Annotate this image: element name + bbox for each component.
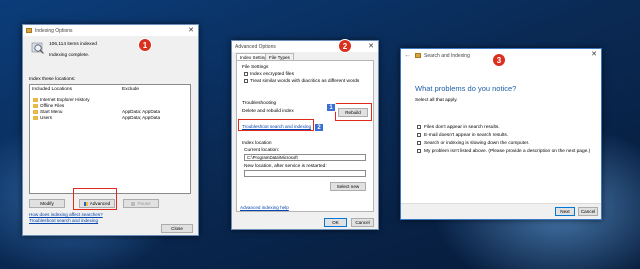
items-indexed-count: 106,114 items indexed	[49, 42, 97, 47]
new-location-field	[244, 170, 366, 177]
advanced-help-link[interactable]: Advanced indexing help	[240, 205, 289, 210]
step-badge-sq-1: 1	[326, 103, 336, 112]
problem-option-checkbox[interactable]	[417, 141, 421, 145]
col-included-header: Included Locations	[32, 87, 73, 92]
wizard-instruction: Select all that apply.	[415, 98, 458, 103]
close-button[interactable]: Close	[161, 224, 193, 233]
step-badge-2: 2	[338, 39, 352, 53]
location-name: Start Menu	[40, 109, 63, 114]
select-new-button[interactable]: Select new	[330, 182, 366, 191]
rebuild-highlight-box	[335, 103, 372, 121]
cancel-button[interactable]: Cancel	[578, 207, 598, 216]
folder-icon	[33, 103, 38, 108]
diacritics-label: Treat similar words with diacritics as d…	[250, 79, 360, 84]
advanced-highlight-box	[73, 188, 117, 210]
indexing-status: Indexing complete.	[49, 53, 90, 58]
wizard-app-icon	[415, 53, 421, 58]
indexing-app-icon	[26, 28, 32, 33]
pause-button[interactable]: Pause	[123, 199, 159, 208]
list-item[interactable]: Internet Explorer History	[33, 97, 90, 102]
encrypted-label: Index encrypted files	[250, 72, 294, 77]
list-item[interactable]: Users AppData; AppData	[33, 115, 160, 120]
location-name: Users	[40, 115, 52, 120]
indexing-title: Indexing Options	[35, 27, 73, 34]
search-indexing-window: ← Search and Indexing ✕ What problems do…	[400, 48, 602, 220]
pause-button-label: Pause	[137, 201, 151, 206]
folder-icon	[33, 115, 38, 120]
wizard-title: Search and Indexing	[424, 52, 470, 59]
close-icon[interactable]: ✕	[591, 50, 597, 58]
troubleshooting-label: Troubleshooting	[242, 101, 277, 106]
list-item[interactable]: Offline Files	[33, 103, 64, 108]
locations-label: Index these locations:	[29, 77, 76, 82]
current-location-label: Current location:	[244, 148, 280, 153]
location-name: Internet Explorer History	[40, 97, 90, 102]
pause-icon	[131, 201, 136, 206]
indexing-magnifier-icon	[31, 41, 45, 55]
troubleshoot-highlight-box	[238, 119, 314, 131]
problem-option-label: Search or indexing is slowing down the c…	[424, 141, 530, 146]
location-exclude: AppData; AppData	[122, 115, 161, 120]
indexing-titlebar: Indexing Options ✕	[23, 25, 198, 36]
modify-button[interactable]: Modify	[29, 199, 65, 208]
new-location-label: New location, after service is restarted…	[244, 164, 327, 169]
list-item[interactable]: Start Menu AppData; AppData	[33, 109, 160, 114]
troubleshoot-link[interactable]: Troubleshoot search and indexing	[29, 218, 98, 223]
problem-option-label: Files don't appear in search results.	[424, 125, 500, 130]
step-badge-3: 3	[492, 53, 506, 67]
problem-option-checkbox[interactable]	[417, 133, 421, 137]
close-icon[interactable]: ✕	[368, 42, 374, 50]
index-location-label: Index location	[242, 141, 272, 146]
encrypted-checkbox[interactable]	[244, 72, 248, 76]
current-location-field: C:\ProgramData\Microsoft	[244, 154, 366, 161]
ok-button[interactable]: OK	[324, 218, 347, 227]
file-settings-label: File Settings	[242, 65, 269, 70]
step-badge-1: 1	[138, 38, 152, 52]
location-exclude: AppData; AppData	[122, 109, 161, 114]
problem-option-checkbox[interactable]	[417, 149, 421, 153]
locations-list[interactable]: Included Locations Exclude Internet Expl…	[29, 84, 191, 194]
folder-icon	[33, 109, 38, 114]
problem-option-checkbox[interactable]	[417, 125, 421, 129]
folder-icon	[33, 97, 38, 102]
col-exclude-header: Exclude	[122, 87, 140, 92]
back-arrow-icon[interactable]: ←	[404, 52, 411, 59]
problem-option-label: E-mail doesn't appear in search results.	[424, 133, 509, 138]
step-badge-sq-2: 2	[314, 123, 324, 132]
cancel-button[interactable]: Cancel	[351, 218, 374, 227]
close-icon[interactable]: ✕	[188, 26, 194, 34]
location-name: Offline Files	[40, 103, 65, 108]
advanced-titlebar: Advanced Options ✕	[232, 41, 378, 52]
problem-option-label: My problem isn't listed above. (Please p…	[424, 149, 591, 154]
next-button[interactable]: Next	[555, 207, 575, 216]
wizard-heading: What problems do you notice?	[415, 84, 517, 93]
advanced-options-window: Advanced Options ✕ Index Settings File T…	[231, 40, 379, 230]
advanced-title: Advanced Options	[235, 43, 276, 50]
delete-rebuild-label: Delete and rebuild index	[242, 109, 294, 114]
indexing-affect-link[interactable]: How does indexing affect searches?	[29, 212, 103, 217]
diacritics-checkbox[interactable]	[244, 79, 248, 83]
